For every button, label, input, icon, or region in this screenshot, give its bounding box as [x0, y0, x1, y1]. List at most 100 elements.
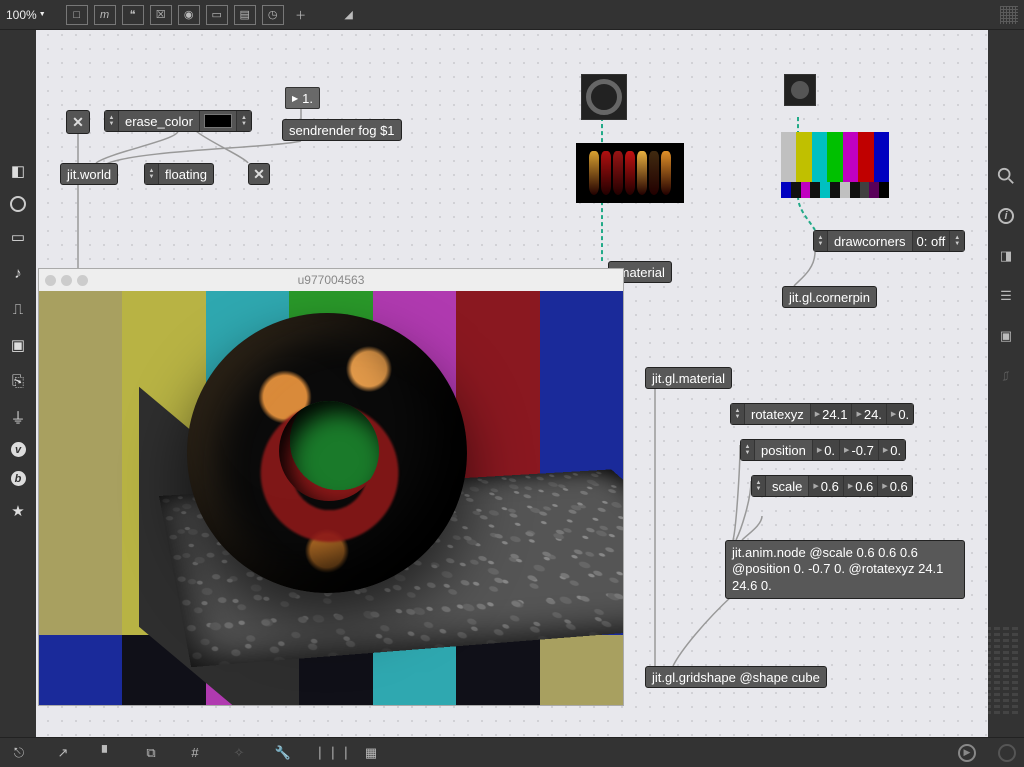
- attr-label: rotatexyz: [745, 404, 811, 424]
- star-icon[interactable]: ★: [7, 500, 29, 522]
- slider-tool-icon[interactable]: ▤: [234, 5, 256, 25]
- window-minimize-icon[interactable]: [61, 275, 72, 286]
- left-palette: ◧ ▭ ♪ ⎍ ▣ ⎘ ⏚ v b ★: [0, 30, 36, 737]
- zoom-level[interactable]: 100% ▼: [6, 8, 46, 22]
- paint-bucket-icon[interactable]: ◢: [338, 5, 360, 25]
- stepper-icon[interactable]: ▲▼: [752, 476, 766, 496]
- presentation-icon[interactable]: ▘: [96, 743, 118, 763]
- plug-icon[interactable]: ⏚: [7, 406, 29, 428]
- dot-icon: [791, 81, 809, 99]
- levels-icon[interactable]: ⎍: [7, 298, 29, 320]
- search-icon[interactable]: [995, 165, 1017, 187]
- obj-cornerpin[interactable]: jit.gl.cornerpin: [782, 286, 877, 308]
- toggle-floating[interactable]: ✕: [248, 163, 270, 185]
- obj-animnode[interactable]: jit.anim.node @scale 0.6 0.6 0.6 @positi…: [725, 540, 965, 599]
- stepper-icon[interactable]: ▲▼: [237, 111, 251, 131]
- stepper-icon[interactable]: ▲▼: [741, 440, 755, 460]
- attrui-position[interactable]: ▲▼ position ▶0. ▶-0.7 ▶0.: [740, 439, 906, 461]
- grid-toggle-icon[interactable]: [1000, 6, 1018, 24]
- keyboard-icon[interactable]: ▦: [360, 743, 382, 763]
- object-text: sendrender fog $1: [289, 123, 395, 138]
- attr-value-3[interactable]: ▶0.: [879, 440, 905, 460]
- obj-material-right[interactable]: jit.gl.material: [645, 367, 732, 389]
- obj-jitworld[interactable]: jit.world: [60, 163, 118, 185]
- top-toolbar: 100% ▼ □ m ❝ ☒ ◉ ▭ ▤ ◷ ＋ ◢: [0, 0, 1024, 30]
- add-tool-icon[interactable]: ＋: [290, 5, 312, 25]
- layers-icon[interactable]: ⧉: [140, 743, 162, 763]
- object-text: jit.gl.material: [652, 371, 725, 386]
- attr-value-3[interactable]: ▶0.: [887, 404, 913, 424]
- comment-tool-icon[interactable]: ❝: [122, 5, 144, 25]
- list-icon[interactable]: ☰: [995, 285, 1017, 307]
- toggle-main[interactable]: ✕: [66, 110, 90, 134]
- attr-value-2[interactable]: ▶24.: [852, 404, 886, 424]
- stepper-icon[interactable]: ▲▼: [814, 231, 828, 251]
- grid-icon[interactable]: #: [184, 743, 206, 763]
- v-icon[interactable]: v: [11, 442, 26, 457]
- window-title: u977004563: [298, 273, 365, 287]
- stepper-icon[interactable]: ▲▼: [731, 404, 745, 424]
- render-viewport: [39, 291, 623, 705]
- obj-gridshape[interactable]: jit.gl.gridshape @shape cube: [645, 666, 827, 688]
- sliders-icon[interactable]: ⎎: [995, 365, 1017, 387]
- object-text: jit.anim.node @scale 0.6 0.6 0.6 @positi…: [732, 545, 958, 594]
- lock-icon[interactable]: ⎋: [8, 743, 30, 763]
- window-zoom-icon[interactable]: [77, 275, 88, 286]
- record-icon[interactable]: [10, 196, 26, 212]
- dial-tool-icon[interactable]: ◷: [262, 5, 284, 25]
- snap-icon[interactable]: ✧: [228, 743, 250, 763]
- image-icon[interactable]: ▣: [7, 334, 29, 356]
- play-button[interactable]: ▶: [958, 744, 976, 762]
- stepper-icon[interactable]: ▲▼: [950, 231, 964, 251]
- attr-value-2[interactable]: ▶-0.7: [840, 440, 879, 460]
- attr-value-3[interactable]: ▶0.6: [878, 476, 911, 496]
- pwindow-ring[interactable]: [581, 74, 627, 120]
- chevron-down-icon: ▼: [39, 11, 46, 18]
- b-icon[interactable]: b: [11, 471, 26, 486]
- color-swatch[interactable]: [204, 114, 232, 128]
- note-icon[interactable]: ♪: [7, 262, 29, 284]
- display-icon[interactable]: ▭: [7, 226, 29, 248]
- obj-sendrender[interactable]: sendrender fog $1: [282, 119, 402, 141]
- attr-value-1[interactable]: ▶0.6: [809, 476, 843, 496]
- window-close-icon[interactable]: [45, 275, 56, 286]
- number-tool-icon[interactable]: ▭: [206, 5, 228, 25]
- pwindow-colorbars[interactable]: [781, 132, 889, 198]
- power-button[interactable]: [998, 744, 1016, 762]
- render-window[interactable]: u977004563: [38, 268, 624, 706]
- new-view-icon[interactable]: ↗: [52, 743, 74, 763]
- attr-label: floating: [159, 164, 213, 184]
- split-view-icon[interactable]: ◨: [995, 245, 1017, 267]
- attr-label: drawcorners: [828, 231, 913, 251]
- window-titlebar[interactable]: u977004563: [39, 269, 623, 291]
- pwindow-circle[interactable]: [784, 74, 816, 106]
- attrui-floating[interactable]: ▲▼ floating: [144, 163, 214, 185]
- button-tool-icon[interactable]: ◉: [178, 5, 200, 25]
- paperclip-icon[interactable]: ⎘: [7, 370, 29, 392]
- attrui-erase-color[interactable]: ▲▼ erase_color ▲▼: [104, 110, 252, 132]
- stepper-icon[interactable]: ▲▼: [105, 111, 119, 131]
- attrui-scale[interactable]: ▲▼ scale ▶0.6 ▶0.6 ▶0.6: [751, 475, 913, 497]
- toggle-x-icon: ✕: [72, 114, 84, 131]
- object-tool-icon[interactable]: □: [66, 5, 88, 25]
- attr-value-2[interactable]: ▶0.6: [844, 476, 878, 496]
- attr-value-1[interactable]: ▶24.1: [811, 404, 853, 424]
- cube-icon[interactable]: ◧: [7, 160, 29, 182]
- patcher-canvas[interactable]: ✕ ▲▼ erase_color ▲▼ ▶ 1. sendrender fog …: [36, 30, 988, 737]
- attrui-rotatexyz[interactable]: ▲▼ rotatexyz ▶24.1 ▶24. ▶0.: [730, 403, 914, 425]
- object-text: jit.gl.gridshape @shape cube: [652, 670, 820, 685]
- pwindow-chilis[interactable]: [576, 143, 684, 203]
- message-tool-icon[interactable]: m: [94, 5, 116, 25]
- midi-icon[interactable]: ⎹⎹⎹: [316, 743, 338, 763]
- attr-value[interactable]: 0: off: [913, 231, 951, 251]
- camera-icon[interactable]: ▣: [995, 325, 1017, 347]
- zoom-value: 100%: [6, 8, 37, 22]
- message-one[interactable]: ▶ 1.: [285, 87, 320, 109]
- toggle-tool-icon[interactable]: ☒: [150, 5, 172, 25]
- stepper-icon[interactable]: ▲▼: [145, 164, 159, 184]
- wrench-icon[interactable]: 🔧: [272, 743, 294, 763]
- info-icon[interactable]: i: [995, 205, 1017, 227]
- object-text: jit.world: [67, 167, 111, 182]
- attrui-drawcorners[interactable]: ▲▼ drawcorners 0: off ▲▼: [813, 230, 965, 252]
- attr-value-1[interactable]: ▶0.: [813, 440, 840, 460]
